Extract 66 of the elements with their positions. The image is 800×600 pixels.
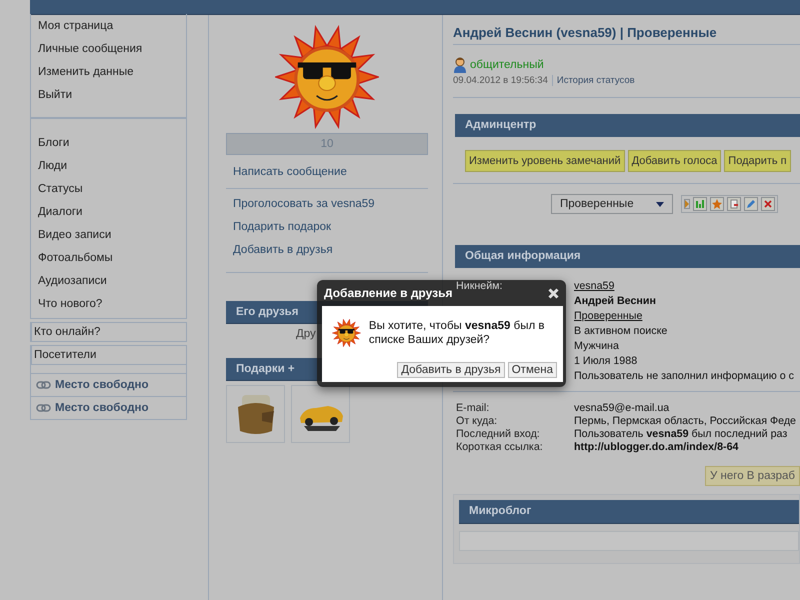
free-slot-link[interactable]: Место свободно bbox=[30, 397, 187, 420]
chart-icon[interactable] bbox=[693, 197, 707, 211]
field-label: Короткая ссылка: bbox=[456, 441, 544, 454]
arrow-icon bbox=[684, 199, 690, 209]
field-value: vesna59@e-mail.ua bbox=[574, 402, 670, 415]
sidebar-link[interactable]: Аудиозаписи bbox=[31, 270, 186, 293]
group-select[interactable]: Проверенные bbox=[551, 194, 673, 214]
in-development-button[interactable]: У него В разраб bbox=[705, 466, 800, 486]
field-value: Пользователь не заполнил информацию о с bbox=[574, 370, 795, 383]
delete-icon[interactable] bbox=[761, 197, 775, 211]
admin-button[interactable]: Изменить уровень замечаний bbox=[465, 150, 625, 172]
sidebar-link[interactable]: Диалоги bbox=[31, 201, 186, 224]
sidebar-link[interactable]: Блоги bbox=[31, 132, 186, 155]
free-slot-link[interactable]: Место свободно bbox=[30, 374, 187, 397]
sidebar-link[interactable]: Люди bbox=[31, 155, 186, 178]
gift-tile[interactable] bbox=[291, 385, 350, 443]
admin-button[interactable]: Подарить п bbox=[724, 150, 791, 172]
sidebar-link[interactable]: Моя страница bbox=[31, 15, 186, 38]
sidebar-link[interactable]: Видео записи bbox=[31, 224, 186, 247]
status-history-link[interactable]: История статусов bbox=[552, 75, 635, 86]
close-icon[interactable] bbox=[548, 288, 559, 298]
link-chain-icon bbox=[36, 404, 51, 412]
profile-action-link[interactable]: Проголосовать за vesna59 bbox=[226, 193, 428, 216]
field-label: Последний вход: bbox=[456, 428, 541, 441]
friends-text: Дру bbox=[296, 328, 316, 340]
status-text: общительный bbox=[470, 59, 544, 71]
dialog-button[interactable]: Отмена bbox=[508, 362, 557, 378]
section-header: Общая информация bbox=[455, 245, 800, 268]
page-icon[interactable] bbox=[727, 197, 741, 211]
sidebar-link[interactable]: Фотоальбомы bbox=[31, 247, 186, 270]
profile-action-link[interactable]: Добавить в друзья bbox=[226, 239, 428, 262]
field-value: Андрей Веснин bbox=[574, 295, 657, 308]
field-value: http://ublogger.do.am/index/8-64 bbox=[574, 441, 740, 454]
status-date: 09.04.2012 в 19:56:34 bbox=[453, 75, 548, 86]
field-value: Мужчина bbox=[574, 340, 620, 353]
microblog-header: Микроблог bbox=[459, 500, 799, 524]
sidebar-link[interactable]: Изменить данные bbox=[31, 61, 186, 84]
field-value: 1 Июля 1988 bbox=[574, 355, 638, 368]
sidebar-box-link[interactable]: Кто онлайн? bbox=[30, 322, 187, 342]
section-header: Админцентр bbox=[455, 114, 800, 137]
profile-action-link[interactable]: Написать сообщение bbox=[226, 161, 428, 184]
profile-title: Андрей Веснин (vesna59) | Проверенные bbox=[453, 15, 800, 45]
pencil-icon[interactable] bbox=[744, 197, 758, 211]
dialog-button[interactable]: Добавить в друзья bbox=[397, 362, 505, 378]
field-value: В активном поиске bbox=[574, 325, 668, 338]
sidebar-link[interactable]: Выйти bbox=[31, 84, 186, 107]
field-value: Пермь, Пермская область, Российская Феде bbox=[574, 415, 798, 428]
admin-button[interactable]: Добавить голоса bbox=[628, 150, 722, 172]
star-icon[interactable] bbox=[710, 197, 724, 211]
caret-icon bbox=[656, 202, 664, 206]
sidebar-box-link[interactable]: Посетители bbox=[30, 345, 187, 365]
dialog-title: Добавление в друзья bbox=[324, 286, 452, 300]
link-chain-icon bbox=[36, 381, 51, 389]
field-value[interactable]: vesna59 bbox=[574, 280, 800, 293]
field-label: Никнейм: bbox=[456, 280, 504, 293]
field-label: E-mail: bbox=[456, 402, 490, 415]
sidebar-link[interactable]: Что нового? bbox=[31, 293, 186, 316]
gift-tile[interactable] bbox=[226, 385, 285, 443]
profile-action-link[interactable]: Подарить подарок bbox=[226, 216, 428, 239]
sidebar-link[interactable]: Статусы bbox=[31, 178, 186, 201]
field-label: От куда: bbox=[456, 415, 498, 428]
person-icon bbox=[453, 57, 467, 73]
field-value: Пользователь vesna59 был последний раз bbox=[574, 428, 788, 441]
sidebar-link[interactable]: Личные сообщения bbox=[31, 38, 186, 61]
field-value[interactable]: Проверенные bbox=[574, 310, 800, 323]
rating-counter: 10 bbox=[226, 133, 428, 155]
